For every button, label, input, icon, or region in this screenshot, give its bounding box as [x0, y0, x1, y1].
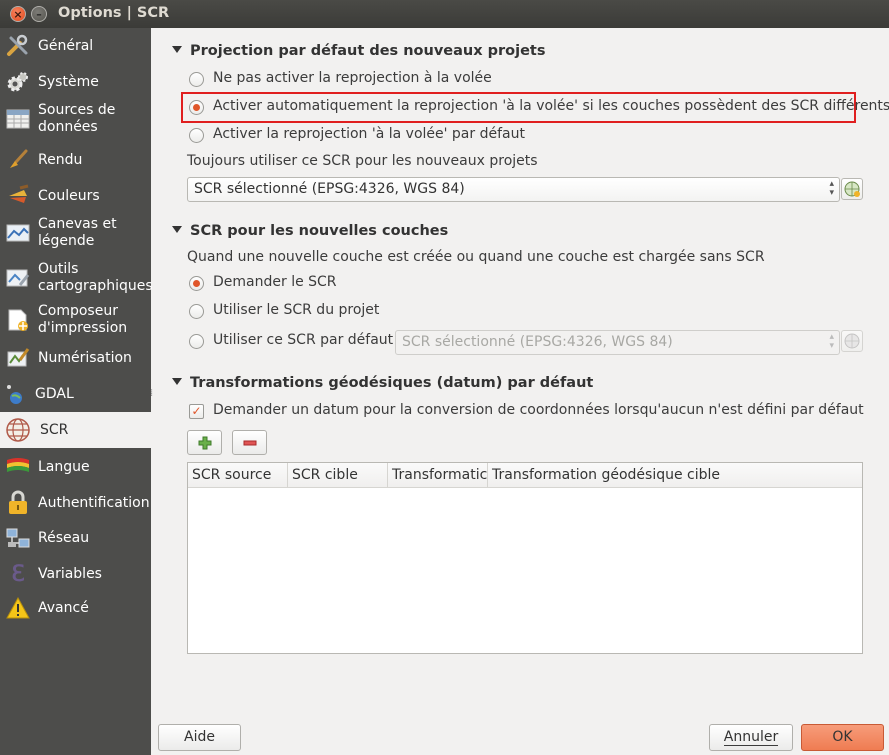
- remove-transformation-button[interactable]: [232, 430, 267, 455]
- map-icon: [5, 220, 31, 246]
- sidebar-item-network[interactable]: Réseau: [0, 525, 151, 551]
- section-layer-crs-header[interactable]: SCR pour les nouvelles couches: [172, 223, 448, 239]
- brush-icon: [5, 147, 31, 173]
- column-header[interactable]: SCR cible: [288, 463, 388, 488]
- close-icon[interactable]: ×: [10, 6, 26, 22]
- sidebar-item-authentication[interactable]: Authentification: [0, 489, 151, 517]
- sidebar-item-canvas-legend[interactable]: Canevas et légende: [0, 214, 151, 252]
- title-bar: × – Options | SCR: [0, 0, 889, 28]
- palette-icon: [5, 183, 31, 209]
- radio-project-crs-label: Utiliser le SCR du projet: [213, 302, 380, 318]
- network-icon: [5, 525, 31, 551]
- radio-no-reprojection-label: Ne pas activer la reprojection à la volé…: [213, 70, 492, 86]
- epsilon-icon: ℇ: [11, 560, 25, 587]
- layer-crs-description: Quand une nouvelle couche est créée ou q…: [187, 249, 765, 265]
- radio-prompt-crs[interactable]: [189, 276, 204, 291]
- lock-icon: [5, 490, 31, 516]
- collapse-triangle-icon: [172, 46, 182, 53]
- radio-auto-reprojection-label: Activer automatiquement la reprojection …: [213, 98, 889, 114]
- always-use-crs-label: Toujours utiliser ce SCR pour les nouvea…: [187, 153, 538, 169]
- spin-arrows-icon: ▴ ▾: [829, 332, 834, 351]
- table-icon: [5, 106, 31, 132]
- collapse-triangle-icon: [172, 226, 182, 233]
- sidebar-item-crs[interactable]: SCR: [0, 412, 151, 448]
- sidebar-item-rendering[interactable]: Rendu: [0, 147, 151, 173]
- radio-default-crs-label: Utiliser ce SCR par défaut: [213, 332, 394, 348]
- gdal-icon: [2, 381, 28, 407]
- ask-datum-label: Demander un datum pour la conversion de …: [213, 402, 864, 418]
- tools-icon: [5, 33, 31, 59]
- sidebar-item-variables[interactable]: ℇ Variables: [0, 561, 151, 587]
- sidebar-item-gdal[interactable]: GDAL: [0, 381, 151, 407]
- column-header[interactable]: SCR source: [188, 463, 288, 488]
- sidebar-item-map-tools[interactable]: Outils cartographiques: [0, 259, 153, 297]
- ok-button[interactable]: OK: [801, 724, 884, 751]
- ask-datum-checkbox[interactable]: ✓: [189, 404, 204, 419]
- warning-icon: [5, 595, 31, 621]
- minus-icon: [243, 440, 256, 445]
- transformations-table[interactable]: SCR source SCR cible Transformatic Trans…: [187, 462, 863, 654]
- column-header[interactable]: Transformatic: [388, 463, 488, 488]
- add-transformation-button[interactable]: [187, 430, 222, 455]
- gear-icon: [5, 69, 31, 95]
- composer-icon: [5, 307, 31, 333]
- section-projection-header[interactable]: Projection par défaut des nouveaux proje…: [172, 43, 546, 59]
- crs-globe-icon: [844, 181, 860, 197]
- plus-icon: [198, 436, 211, 449]
- map-tools-icon: [5, 265, 31, 291]
- column-header[interactable]: Transformation géodésique cible: [488, 463, 862, 488]
- radio-default-reprojection-label: Activer la reprojection 'à la volée' par…: [213, 126, 525, 142]
- digitize-icon: [5, 345, 31, 371]
- section-datum-header[interactable]: Transformations géodésiques (datum) par …: [172, 375, 593, 391]
- help-button[interactable]: Aide: [158, 724, 241, 751]
- flag-icon: [5, 454, 31, 480]
- globe-icon: [5, 417, 31, 443]
- radio-no-reprojection[interactable]: [189, 72, 204, 87]
- layer-crs-select[interactable]: SCR sélectionné (EPSG:4326, WGS 84) ▴ ▾: [395, 330, 840, 355]
- sidebar-item-language[interactable]: Langue: [0, 454, 151, 480]
- sidebar-item-data-sources[interactable]: Sources de données: [0, 100, 151, 138]
- sidebar-item-colors[interactable]: Couleurs: [0, 183, 151, 209]
- select-crs-button[interactable]: [841, 178, 863, 200]
- sidebar-item-general[interactable]: Général: [0, 33, 151, 59]
- crs-settings-panel: Projection par défaut des nouveaux proje…: [151, 28, 889, 755]
- radio-default-crs[interactable]: [189, 334, 204, 349]
- radio-default-reprojection[interactable]: [189, 128, 204, 143]
- spin-arrows-icon: ▴ ▾: [829, 179, 834, 198]
- window-title: Options | SCR: [58, 5, 170, 21]
- sidebar-item-print-composer[interactable]: Composeur d'impression: [0, 301, 151, 339]
- minimize-icon[interactable]: –: [31, 6, 47, 22]
- radio-prompt-crs-label: Demander le SCR: [213, 274, 337, 290]
- crs-globe-icon: [844, 333, 860, 349]
- radio-project-crs[interactable]: [189, 304, 204, 319]
- sidebar: Général Système Sources de données Rendu…: [0, 28, 153, 755]
- project-crs-select[interactable]: SCR sélectionné (EPSG:4326, WGS 84) ▴ ▾: [187, 177, 840, 202]
- cancel-button[interactable]: Annuler: [709, 724, 793, 751]
- radio-auto-reprojection[interactable]: [189, 100, 204, 115]
- sidebar-item-system[interactable]: Système: [0, 69, 151, 95]
- collapse-triangle-icon: [172, 378, 182, 385]
- sidebar-item-advanced[interactable]: Avancé: [0, 595, 151, 621]
- table-header: SCR source SCR cible Transformatic Trans…: [188, 463, 862, 488]
- sidebar-item-digitizing[interactable]: Numérisation: [0, 345, 151, 371]
- select-layer-crs-button[interactable]: [841, 330, 863, 352]
